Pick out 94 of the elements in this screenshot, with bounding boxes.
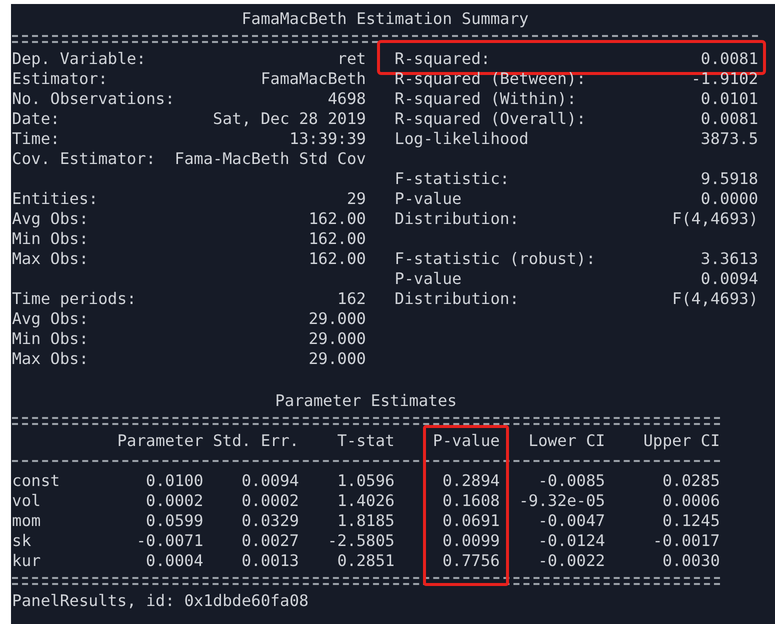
stat-label: F-statistic:: [394, 169, 510, 189]
table-cell-text: 0.1245: [661, 511, 720, 531]
table-cell-text: -2.5805: [326, 531, 395, 551]
table-cell-text: 0.1608: [441, 491, 500, 511]
table-cell-text: 0.0030: [661, 551, 720, 571]
stat-label: R-squared (Between):: [394, 69, 586, 89]
stat-label: Max Obs:: [12, 249, 89, 269]
summary-title: FamaMacBeth Estimation Summary: [240, 9, 530, 29]
stat-label: Avg Obs:: [12, 209, 89, 229]
stat-label: Avg Obs:: [12, 309, 89, 329]
table-cell-text: 0.0002: [144, 491, 204, 511]
column-header: Lower CI: [528, 431, 606, 451]
stat-value: 162.00: [308, 249, 366, 269]
stat-label: Entities:: [12, 189, 98, 209]
stat-value: 13:39:39: [289, 129, 366, 149]
stat-label: Cov. Estimator:: [12, 149, 156, 169]
stat-label: Log-likelihood: [394, 129, 529, 149]
stat-value: 0.0094: [700, 269, 758, 289]
stat-value: F(4,4693): [672, 209, 758, 229]
table-cell-text: 0.7756: [441, 551, 500, 571]
stat-label: R-squared (Within):: [394, 89, 576, 109]
stat-label: Min Obs:: [12, 329, 89, 349]
stat-value: 0.0081: [700, 49, 758, 69]
stat-value: 9.5918: [700, 169, 758, 189]
stat-label: Distribution:: [394, 209, 520, 229]
stat-value: 0.0081: [700, 109, 758, 129]
table-cell-text: 0.2894: [441, 471, 500, 491]
column-header: T-stat: [336, 431, 395, 451]
row-label: sk: [12, 531, 32, 551]
stat-label: P-value: [394, 189, 462, 209]
table-cell-text: 1.8185: [336, 511, 395, 531]
stat-value: 29.000: [308, 349, 366, 369]
stat-value: 29.000: [308, 309, 366, 329]
table-cell-text: 0.0285: [661, 471, 720, 491]
table-cell-text: -0.0022: [537, 551, 606, 571]
row-label: vol: [12, 491, 42, 511]
stat-label: Estimator:: [12, 69, 108, 89]
stat-label: Distribution:: [394, 289, 520, 309]
stat-label: Dep. Variable:: [12, 49, 146, 69]
table-cell-text: 1.4026: [336, 491, 395, 511]
stat-value: 29.000: [308, 329, 366, 349]
stat-label: No. Observations:: [12, 89, 175, 109]
stat-label: P-value: [394, 269, 462, 289]
table-cell-text: -0.0085: [537, 471, 606, 491]
table-cell-text: 0.0094: [240, 471, 299, 491]
table-cell-text: 0.0329: [240, 511, 299, 531]
stat-label: Min Obs:: [12, 229, 89, 249]
stat-value: 162.00: [308, 209, 366, 229]
table-cell-text: 0.0599: [144, 511, 204, 531]
stat-value: F(4,4693): [672, 289, 758, 309]
table-cell-text: 0.0027: [240, 531, 299, 551]
table-cell-text: -0.0124: [537, 531, 606, 551]
stat-value: 0.0000: [700, 189, 758, 209]
stat-value: 4698: [328, 89, 366, 109]
table-cell-text: 0.0100: [144, 471, 204, 491]
column-header: Upper CI: [642, 431, 720, 451]
stat-value: 162.00: [308, 229, 366, 249]
stat-label: Time:: [12, 129, 60, 149]
column-header: Parameter: [116, 431, 204, 451]
stat-label: Max Obs:: [12, 349, 89, 369]
table-cell-text: -0.0017: [652, 531, 720, 551]
stat-value: 3.3613: [700, 249, 758, 269]
column-header: Std. Err.: [212, 431, 299, 451]
row-label: kur: [12, 551, 42, 571]
stat-value: Sat, Dec 28 2019: [212, 109, 366, 129]
table-cell-text: 1.0596: [336, 471, 395, 491]
stat-label: Date:: [12, 109, 60, 129]
table-cell-text: 0.0006: [661, 491, 720, 511]
table-cell-text: 0.0099: [441, 531, 500, 551]
stat-label: F-statistic (robust):: [394, 249, 596, 269]
table-cell-text: -9.32e-05: [518, 491, 606, 511]
stat-value: ret: [337, 49, 366, 69]
stat-value: 162: [337, 289, 366, 309]
stat-value: Fama-MacBeth Std Cov: [174, 149, 366, 169]
stat-value: -1.9102: [691, 69, 758, 89]
section-title: Parameter Estimates: [274, 391, 458, 411]
stat-label: Time periods:: [12, 289, 136, 309]
row-label: mom: [12, 511, 42, 531]
table-cell-text: -0.0071: [135, 531, 204, 551]
table-cell-text: 0.0002: [240, 491, 299, 511]
table-cell-text: 0.0013: [240, 551, 299, 571]
stat-value: 29: [346, 189, 366, 209]
table-cell-text: 0.0004: [144, 551, 204, 571]
table-cell-text: 0.0691: [441, 511, 500, 531]
stat-value: 0.0101: [700, 89, 758, 109]
stat-value: FamaMacBeth: [260, 69, 366, 89]
stat-label: R-squared:: [394, 49, 490, 69]
table-cell-text: -0.0047: [537, 511, 606, 531]
table-cell-text: 0.2851: [336, 551, 395, 571]
object-id-text: PanelResults, id: 0x1dbde60fa08: [12, 591, 310, 611]
stat-label: R-squared (Overall):: [394, 109, 586, 129]
stat-value: 3873.5: [700, 129, 758, 149]
column-header: P-value: [432, 431, 500, 451]
row-label: const: [12, 471, 61, 491]
